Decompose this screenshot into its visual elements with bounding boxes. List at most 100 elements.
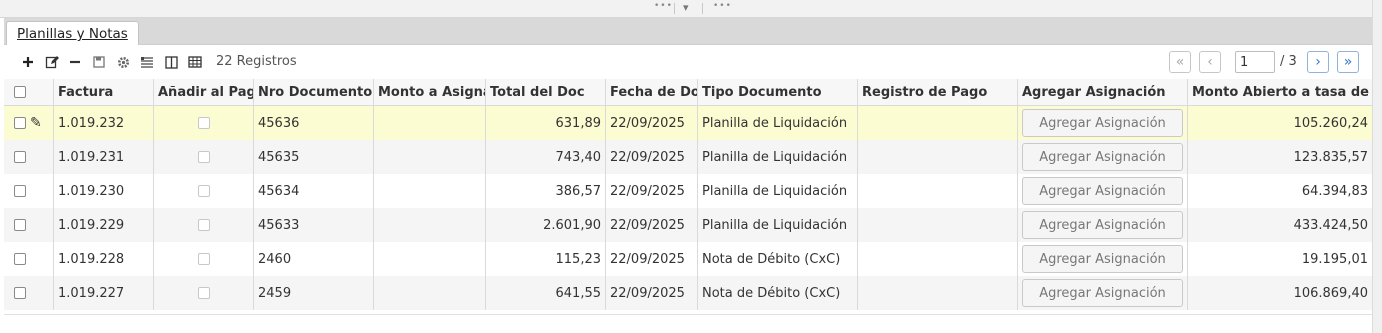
column-header[interactable]: Registro de Pago	[858, 79, 1018, 105]
new-icon[interactable]	[20, 54, 36, 70]
monto-asignar-cell[interactable]	[374, 276, 486, 310]
save-icon[interactable]	[91, 54, 107, 70]
column-header[interactable]: Tipo Documento	[698, 79, 858, 105]
column-header[interactable]: Nro Documento	[254, 79, 374, 105]
add-to-payment-cell	[154, 140, 254, 174]
record-count: 22 Registros	[216, 54, 297, 69]
column-header[interactable]: Total del Doc	[486, 79, 606, 105]
add-to-payment-checkbox[interactable]	[197, 151, 210, 163]
tipo-documento-cell: Planilla de Liquidación	[698, 106, 858, 140]
total-doc-cell: 743,40	[486, 140, 606, 174]
select-all-checkbox[interactable]	[14, 86, 26, 98]
column-header[interactable]: Añadir al Pago	[154, 79, 254, 105]
agregar-asignacion-cell: Agregar Asignación	[1018, 242, 1188, 276]
add-to-payment-checkbox[interactable]	[197, 185, 210, 197]
page-number-input[interactable]	[1235, 51, 1275, 73]
monto-asignar-cell[interactable]	[374, 106, 486, 140]
splitter-grip-left[interactable]: •••	[654, 2, 673, 11]
split-view-icon[interactable]	[163, 54, 179, 70]
splitter-grip-right[interactable]: •••	[713, 2, 732, 11]
tab-bar: Planillas y Notas	[4, 18, 1372, 45]
add-assignment-button[interactable]: Agregar Asignación	[1022, 245, 1183, 273]
column-header[interactable]: Fecha de Doc	[606, 79, 698, 105]
row-checkbox[interactable]	[14, 287, 26, 299]
fecha-doc-cell: 22/09/2025	[606, 106, 698, 140]
last-page-button[interactable]: »	[1337, 51, 1359, 73]
row-checkbox[interactable]	[14, 151, 26, 163]
registro-pago-cell	[858, 106, 1018, 140]
column-header[interactable]: Factura	[54, 79, 154, 105]
vertical-scrollbar[interactable]	[1372, 0, 1382, 333]
row-select-cell: ✎	[4, 106, 54, 140]
tipo-documento-cell: Planilla de Liquidación	[698, 174, 858, 208]
fecha-doc-cell: 22/09/2025	[606, 276, 698, 310]
monto-asignar-cell[interactable]	[374, 174, 486, 208]
monto-abierto-cell: 19.195,01	[1301, 251, 1368, 267]
add-to-payment-checkbox[interactable]	[197, 219, 210, 231]
add-assignment-button[interactable]: Agregar Asignación	[1022, 109, 1183, 137]
nro-documento-cell: 45634	[254, 174, 374, 208]
tipo-documento-cell: Planilla de Liquidación	[698, 140, 858, 174]
agregar-asignacion-cell: Agregar Asignación	[1018, 208, 1188, 242]
add-assignment-button[interactable]: Agregar Asignación	[1022, 279, 1183, 307]
agregar-asignacion-cell: Agregar Asignación	[1018, 106, 1188, 140]
add-to-payment-cell	[154, 276, 254, 310]
grid-bottom-border	[4, 314, 1372, 315]
registro-pago-cell	[858, 174, 1018, 208]
monto-asignar-cell[interactable]	[374, 208, 486, 242]
factura-cell: 1.019.229	[54, 208, 154, 242]
monto-asignar-cell[interactable]	[374, 140, 486, 174]
registro-pago-cell	[858, 242, 1018, 276]
row-checkbox[interactable]	[14, 117, 26, 129]
next-page-button[interactable]: ›	[1307, 51, 1329, 73]
detail-view-icon[interactable]	[139, 54, 155, 70]
grid-toolbar: 22 Registros « ‹ / 3 › »	[4, 45, 1372, 78]
table-row[interactable]: 1.019.229 45633 2.601,90 22/09/2025 Plan…	[4, 208, 1372, 242]
fecha-doc-cell: 22/09/2025	[606, 174, 698, 208]
nro-documento-cell: 45636	[254, 106, 374, 140]
column-header[interactable]: Monto a Asignar	[374, 79, 486, 105]
delete-icon[interactable]	[67, 54, 83, 70]
tipo-documento-cell: Nota de Débito (CxC)	[698, 242, 858, 276]
edit-row-icon[interactable]: ✎	[30, 116, 42, 130]
table-row[interactable]: 1.019.228 2460 115,23 22/09/2025 Nota de…	[4, 242, 1372, 276]
monto-asignar-cell[interactable]	[374, 242, 486, 276]
add-assignment-button[interactable]: Agregar Asignación	[1022, 211, 1183, 239]
row-select-cell	[4, 242, 54, 276]
agregar-asignacion-cell: Agregar Asignación	[1018, 276, 1188, 310]
add-assignment-button[interactable]: Agregar Asignación	[1022, 143, 1183, 171]
add-to-payment-checkbox[interactable]	[197, 253, 210, 265]
table-row[interactable]: 1.019.230 45634 386,57 22/09/2025 Planil…	[4, 174, 1372, 208]
total-doc-cell: 641,55	[486, 276, 606, 310]
factura-cell: 1.019.232	[54, 106, 154, 140]
add-assignment-button[interactable]: Agregar Asignación	[1022, 177, 1183, 205]
add-to-payment-cell	[154, 106, 254, 140]
collapse-arrow-icon[interactable]: ▾	[683, 1, 689, 14]
agregar-asignacion-cell: Agregar Asignación	[1018, 174, 1188, 208]
column-header[interactable]: Agregar Asignación	[1018, 79, 1188, 105]
column-header[interactable]: Monto Abierto a tasa de Doc	[1188, 79, 1372, 105]
monto-abierto-cell: 433.424,50	[1293, 217, 1368, 233]
first-page-button[interactable]: «	[1169, 51, 1191, 73]
grid-view-icon[interactable]	[187, 54, 203, 70]
row-checkbox[interactable]	[14, 185, 26, 197]
edit-icon[interactable]	[44, 54, 60, 70]
tab-planillas-y-notas[interactable]: Planillas y Notas	[6, 21, 139, 45]
settings-icon[interactable]	[115, 54, 131, 70]
nro-documento-cell: 45633	[254, 208, 374, 242]
prev-page-button[interactable]: ‹	[1199, 51, 1221, 73]
add-to-payment-checkbox[interactable]	[197, 287, 210, 299]
chevron-right-icon: ›	[1315, 54, 1321, 70]
monto-abierto-cell: 123.835,57	[1293, 149, 1368, 165]
documents-grid: Factura Añadir al Pago Nro Documento Mon…	[4, 79, 1372, 311]
total-doc-cell: 2.601,90	[486, 208, 606, 242]
grid-header: Factura Añadir al Pago Nro Documento Mon…	[4, 79, 1372, 106]
table-row[interactable]: 1.019.227 2459 641,55 22/09/2025 Nota de…	[4, 276, 1372, 310]
row-checkbox[interactable]	[14, 219, 26, 231]
table-row[interactable]: ✎ 1.019.232 45636 631,89 22/09/2025 Plan…	[4, 106, 1372, 140]
panel-splitter[interactable]: ••• ▾ •••	[0, 0, 1372, 18]
table-row[interactable]: 1.019.231 45635 743,40 22/09/2025 Planil…	[4, 140, 1372, 174]
add-to-payment-checkbox[interactable]	[197, 117, 210, 129]
fecha-doc-cell: 22/09/2025	[606, 242, 698, 276]
row-checkbox[interactable]	[14, 253, 26, 265]
